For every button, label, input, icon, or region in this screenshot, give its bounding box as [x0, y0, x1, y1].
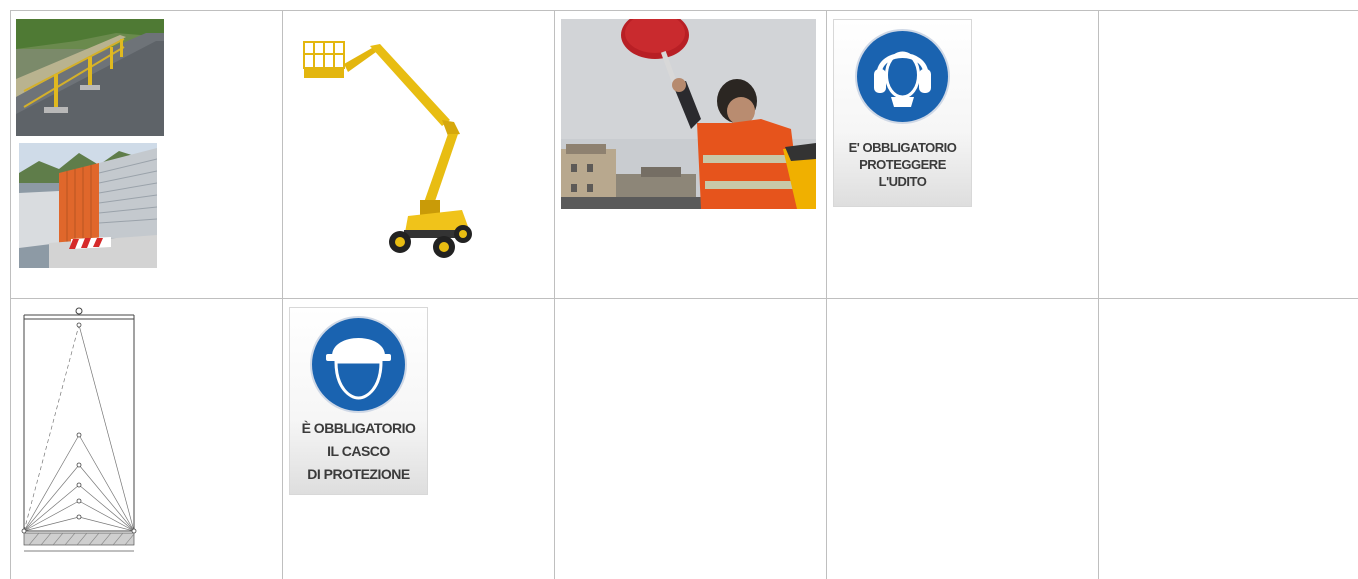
hard-hat-icon [312, 318, 405, 411]
hearing-protection-sign: E' OBBLIGATORIO PROTEGGERE L'UDITO [834, 20, 971, 206]
sign-text-line-3: DI PROTEZIONE [307, 466, 410, 482]
row-divider [11, 298, 1358, 299]
sign-text-line-1: E' OBBLIGATORIO [848, 140, 957, 155]
sign-text-line-2: IL CASCO [327, 443, 390, 459]
sign-text-line-1: È OBBLIGATORIO [301, 420, 416, 436]
load-distribution-diagram [17, 305, 139, 555]
column-divider [554, 11, 555, 579]
ear-protection-icon [857, 31, 948, 122]
column-divider [282, 11, 283, 579]
column-divider [1098, 11, 1099, 579]
hard-hat-sign: È OBBLIGATORIO IL CASCO DI PROTEZIONE [290, 308, 427, 494]
sign-text-line-3: L'UDITO [878, 174, 927, 189]
aerial-work-platform-photo [300, 40, 475, 262]
road-barrier-photo [16, 19, 164, 136]
column-divider [826, 11, 827, 579]
sign-text-line-2: PROTEGGERE [859, 157, 946, 172]
noise-barrier-fence-photo [19, 143, 157, 268]
flagman-stop-paddle-photo [561, 19, 816, 209]
